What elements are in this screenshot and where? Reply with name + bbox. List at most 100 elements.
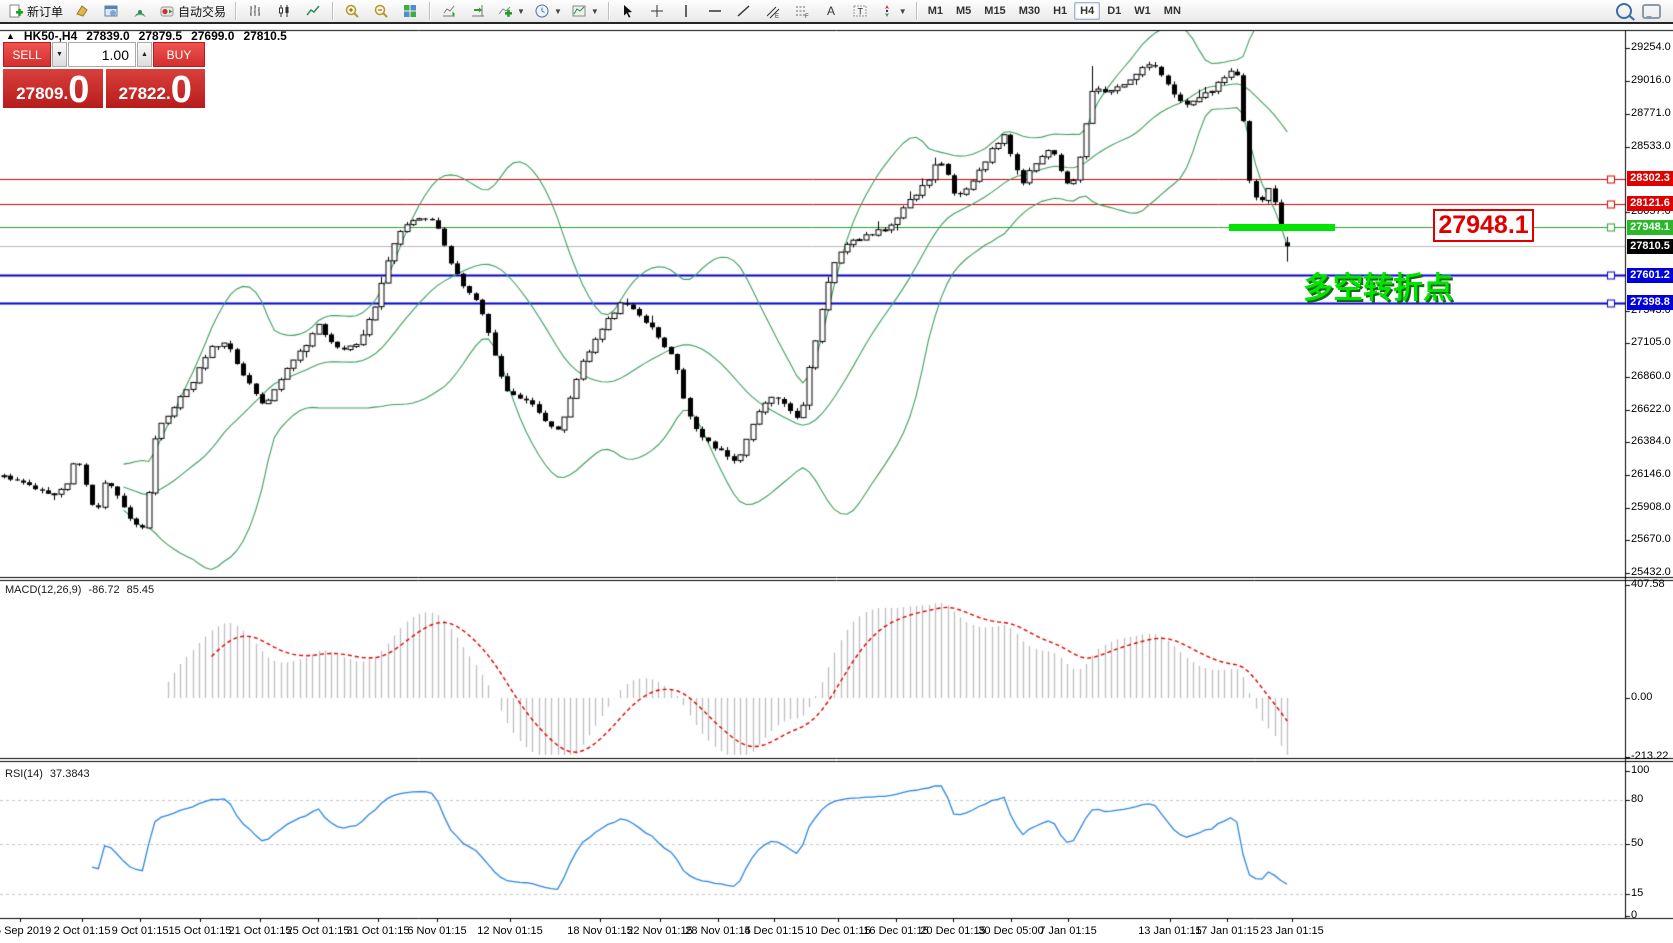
collapse-triangle-icon[interactable]: ▲	[6, 31, 15, 41]
time-axis-label: 2 Oct 01:15	[54, 925, 111, 937]
toolbar-separator	[332, 2, 333, 20]
buy-price: 27822	[119, 85, 166, 102]
sell-price-big-digit: 0	[68, 75, 89, 106]
price-axis-tick: 29254.0	[1631, 41, 1671, 53]
periods-icon	[534, 3, 550, 19]
line-chart-button[interactable]	[299, 0, 327, 22]
volume-down-button[interactable]: ▼	[52, 42, 67, 67]
bar-open: 27839.0	[86, 29, 129, 43]
chevron-down-icon[interactable]: ▼	[517, 7, 525, 16]
chevron-down-icon[interactable]: ▼	[554, 7, 562, 16]
rsi-value: 37.3843	[50, 768, 90, 780]
time-axis-label: 7 Jan 01:15	[1039, 925, 1097, 937]
price-axis-tick: 25432.0	[1631, 566, 1671, 578]
timeframe-button-m15[interactable]: M15	[978, 2, 1011, 20]
toolbar-button-label: 新订单	[27, 3, 63, 20]
time-axis-label: 20 Dec 01:15	[920, 925, 985, 937]
price-axis-tick: 28771.0	[1631, 107, 1671, 119]
chart-shift-button[interactable]	[464, 0, 492, 22]
timeframe-button-d1[interactable]: D1	[1101, 2, 1127, 20]
auto-scroll-button[interactable]	[435, 0, 463, 22]
chat-icon[interactable]	[1642, 4, 1661, 19]
crosshair-button[interactable]	[643, 0, 671, 22]
sell-button[interactable]: SELL	[3, 42, 51, 67]
rsi-axis-tick: 80	[1631, 793, 1643, 805]
zoom-in-button[interactable]	[338, 0, 366, 22]
auto-trading-button[interactable]: 自动交易	[155, 0, 230, 22]
turning-point-note[interactable]: 多空转折点	[1303, 263, 1453, 307]
trendline-button[interactable]	[730, 0, 758, 22]
tile-windows-button[interactable]	[396, 0, 424, 22]
auto-trading-icon	[159, 3, 175, 19]
chevron-down-icon[interactable]: ▼	[899, 7, 907, 16]
search-icon[interactable]	[1616, 3, 1632, 19]
indicators-button[interactable]: ▼	[493, 0, 529, 22]
new-order-icon	[8, 3, 24, 19]
time-axis-label: 15 Oct 01:15	[169, 925, 232, 937]
time-axis-label: 12 Nov 01:15	[477, 925, 542, 937]
sell-price-panel[interactable]: 27809.0	[3, 69, 103, 108]
timeframe-button-w1[interactable]: W1	[1128, 2, 1157, 20]
price-badge: 27601.2	[1627, 268, 1673, 283]
timeframe-button-m5[interactable]: M5	[950, 2, 977, 20]
time-axis-label: 31 Oct 01:15	[347, 925, 410, 937]
svg-text:F: F	[805, 14, 809, 19]
volume-input[interactable]: 1.00	[68, 42, 136, 67]
time-axis-label: 10 Dec 01:15	[805, 925, 870, 937]
toolbar-separator	[235, 2, 236, 20]
chevron-down-icon[interactable]: ▼	[591, 7, 599, 16]
arrows-button[interactable]: ▼	[875, 0, 911, 22]
price-axis-tick: 26622.0	[1631, 403, 1671, 415]
volume-up-button[interactable]: ▲	[137, 42, 152, 67]
buy-price-panel[interactable]: 27822.0	[106, 69, 206, 108]
time-axis-label: 22 Nov 01:15	[627, 925, 692, 937]
cursor-button[interactable]	[614, 0, 642, 22]
periods-button[interactable]: ▼	[530, 0, 566, 22]
timeframe-button-m1[interactable]: M1	[922, 2, 949, 20]
bar-chart-button[interactable]	[241, 0, 269, 22]
time-axis-label: 23 Jan 01:15	[1260, 925, 1324, 937]
horizontal-line-button[interactable]	[701, 0, 729, 22]
price-chart-canvas[interactable]	[0, 26, 1673, 943]
fibonacci-button[interactable]: F	[788, 0, 816, 22]
templates-button[interactable]: ▼	[567, 0, 603, 22]
support-line-segment[interactable]	[1229, 224, 1335, 231]
timeframe-button-m30[interactable]: M30	[1013, 2, 1046, 20]
bar-chart-icon	[247, 3, 263, 19]
buy-button[interactable]: BUY	[153, 42, 205, 67]
chart-shift-icon	[470, 3, 486, 19]
depth-tag-button[interactable]	[68, 0, 96, 22]
rsi-axis-tick: 15	[1631, 887, 1643, 899]
zoom-out-button[interactable]	[367, 0, 395, 22]
bar-close: 27810.5	[243, 29, 286, 43]
new-order-button[interactable]: 新订单	[4, 0, 67, 22]
candlestick-chart-button[interactable]	[270, 0, 298, 22]
bar-high: 27879.5	[139, 29, 182, 43]
timeframe-button-mn[interactable]: MN	[1158, 2, 1187, 20]
market-window-button[interactable]	[97, 0, 125, 22]
signals-button[interactable]	[126, 0, 154, 22]
market-window-icon	[103, 3, 119, 19]
timeframe-button-h1[interactable]: H1	[1047, 2, 1073, 20]
zoom-out-icon	[373, 3, 389, 19]
candlestick-chart-icon	[276, 3, 292, 19]
time-axis-label: 9 Oct 01:15	[112, 925, 169, 937]
buy-price-big-digit: 0	[171, 75, 192, 106]
text-button[interactable]: A	[817, 0, 845, 22]
toolbar-button-label: 自动交易	[178, 3, 226, 20]
vertical-line-button[interactable]	[672, 0, 700, 22]
text-icon: A	[823, 3, 839, 19]
equidistant-channel-button[interactable]: E	[759, 0, 787, 22]
time-axis-label: 28 Nov 01:15	[685, 925, 750, 937]
macd-axis-tick: 0.00	[1631, 691, 1652, 703]
price-badge: 28121.6	[1627, 196, 1673, 211]
price-level-label[interactable]: 27948.1	[1433, 209, 1534, 242]
timeframe-button-h4[interactable]: H4	[1074, 2, 1100, 20]
price-axis-tick: 26146.0	[1631, 468, 1671, 480]
indicators-icon	[497, 3, 513, 19]
text-label-button[interactable]: T	[846, 0, 874, 22]
price-axis-tick: 26860.0	[1631, 370, 1671, 382]
chart-window: ▲ HK50-,H4 27839.0 27879.5 27699.0 27810…	[0, 26, 1673, 943]
line-chart-icon	[305, 3, 321, 19]
bar-low: 27699.0	[191, 29, 234, 43]
